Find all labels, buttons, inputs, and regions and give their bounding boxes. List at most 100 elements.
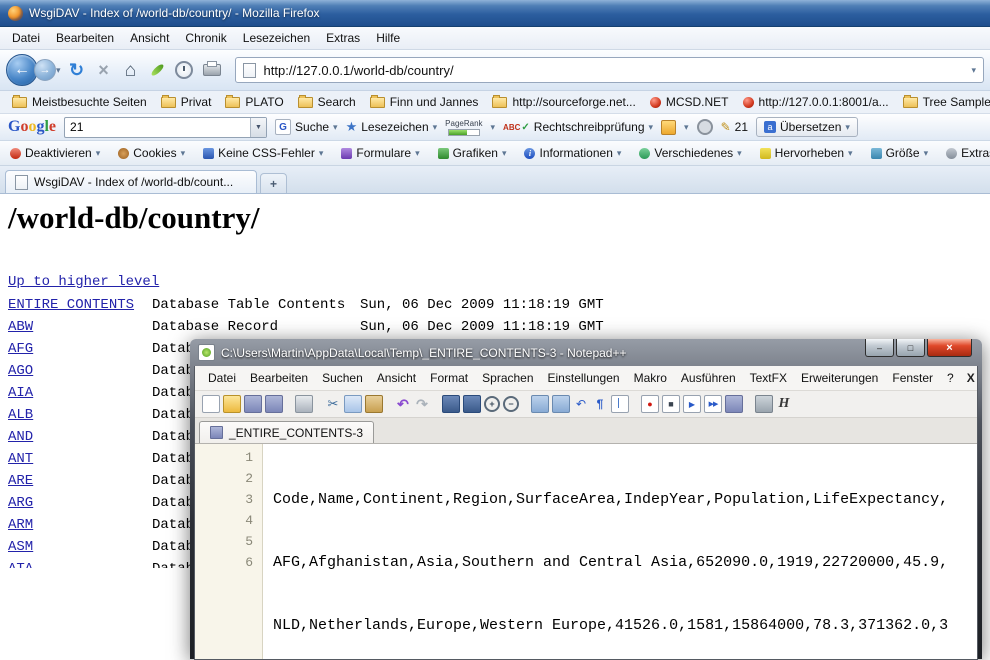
npp-menu-erweiterungen[interactable]: Erweiterungen: [794, 368, 885, 388]
webdev-formulare[interactable]: Formulare▾: [337, 144, 423, 162]
webdev-hervorheben[interactable]: Hervorheben▾: [756, 144, 857, 162]
wd-caret[interactable]: ▾: [848, 148, 853, 159]
npp-menu-datei[interactable]: Datei: [201, 368, 243, 388]
wd-caret[interactable]: ▾: [415, 148, 420, 159]
ff-menu-chronik[interactable]: Chronik: [177, 28, 234, 48]
save-icon[interactable]: [244, 395, 262, 413]
npp-menu-suchen[interactable]: Suchen: [315, 368, 370, 388]
wd-caret[interactable]: ▾: [181, 148, 186, 159]
google-search-button[interactable]: G Suche ▾: [275, 119, 338, 135]
close-button[interactable]: ×: [927, 339, 972, 357]
npp-menu-format[interactable]: Format: [423, 368, 475, 388]
pagerank-caret[interactable]: ▾: [491, 122, 496, 133]
history-clock-icon[interactable]: [175, 61, 193, 79]
editor-text[interactable]: Code,Name,Continent,Region,SurfaceArea,I…: [263, 444, 948, 659]
undo-icon[interactable]: ↶: [395, 396, 411, 412]
open-file-icon[interactable]: [223, 395, 241, 413]
autofill-icon[interactable]: [661, 120, 676, 135]
html-preview-icon[interactable]: H: [776, 396, 792, 412]
webdev-css[interactable]: Keine CSS-Fehler▾: [199, 144, 327, 162]
close-document-x[interactable]: X: [961, 371, 981, 385]
webdev-extras[interactable]: Extras▾: [942, 144, 990, 162]
listing-entry-link[interactable]: ATA: [8, 561, 152, 568]
google-search-box[interactable]: ▼: [64, 117, 267, 138]
cut-icon[interactable]: ✂: [325, 396, 341, 412]
save-all-icon[interactable]: [265, 395, 283, 413]
url-bar[interactable]: ▾: [235, 57, 984, 83]
wd-caret[interactable]: ▾: [502, 148, 507, 159]
webdev-cookies[interactable]: Cookies▾: [114, 144, 189, 162]
translate-caret[interactable]: ▾: [845, 122, 850, 133]
gear-icon[interactable]: [697, 119, 713, 135]
stop-macro-icon[interactable]: ■: [662, 395, 680, 413]
npp-menu-fenster[interactable]: Fenster: [885, 368, 940, 388]
replace-icon[interactable]: [463, 395, 481, 413]
npp-menu-einstellungen[interactable]: Einstellungen: [541, 368, 627, 388]
npp-menu-help[interactable]: ?: [940, 368, 961, 388]
google-bookmarks-button[interactable]: ★ Lesezeichen ▾: [346, 119, 438, 135]
listing-entry-link[interactable]: AFG: [8, 341, 152, 357]
bookmark-localhost-8001[interactable]: http://127.0.0.1:8001/a...: [737, 93, 895, 111]
listing-entry-link[interactable]: AIA: [8, 385, 152, 401]
record-macro-icon[interactable]: ●: [641, 395, 659, 413]
url-input[interactable]: [262, 62, 966, 79]
forward-button[interactable]: →: [34, 59, 56, 81]
stop-button[interactable]: ×: [93, 61, 115, 79]
listing-entry-link[interactable]: ABW: [8, 319, 152, 335]
listing-entry-link[interactable]: ARM: [8, 517, 152, 533]
ff-menu-hilfe[interactable]: Hilfe: [368, 28, 408, 48]
webdev-grafiken[interactable]: Grafiken▾: [434, 144, 511, 162]
ff-menu-datei[interactable]: Datei: [4, 28, 48, 48]
listing-entry-link[interactable]: AGO: [8, 363, 152, 379]
find-icon[interactable]: [442, 395, 460, 413]
reload-button[interactable]: ↻: [66, 61, 88, 79]
npp-menu-textfx[interactable]: TextFX: [743, 368, 794, 388]
listing-entry-link[interactable]: ENTIRE CONTENTS: [8, 297, 152, 313]
listing-entry-link[interactable]: ALB: [8, 407, 152, 423]
run-macro-multiple-icon[interactable]: ▶▶: [704, 395, 722, 413]
listing-entry-link[interactable]: AND: [8, 429, 152, 445]
webdev-deaktivieren[interactable]: Deaktivieren▾: [6, 144, 104, 162]
webdev-verschiedenes[interactable]: Verschiedenes▾: [635, 144, 745, 162]
bookmark-tree-samples[interactable]: Tree Samples: [897, 93, 990, 111]
bookmark-finn-und-jannes[interactable]: Finn und Jannes: [364, 93, 485, 111]
bookmark-privat[interactable]: Privat: [155, 93, 218, 111]
play-macro-icon[interactable]: ▶: [683, 395, 701, 413]
zoom-out-icon[interactable]: −: [503, 396, 519, 412]
bookmark-meistbesuchte[interactable]: Meistbesuchte Seiten: [6, 93, 153, 111]
editor-area[interactable]: 1 2 3 4 5 6 Code,Name,Continent,Region,S…: [195, 444, 977, 659]
tab-entire-contents[interactable]: _ENTIRE_CONTENTS-3: [199, 421, 374, 443]
new-tab-button[interactable]: +: [260, 173, 287, 193]
npp-menu-makro[interactable]: Makro: [627, 368, 674, 388]
bookmark-sourceforge[interactable]: http://sourceforge.net...: [486, 93, 641, 111]
spellcheck-caret[interactable]: ▾: [649, 122, 654, 133]
listing-entry-link[interactable]: ANT: [8, 451, 152, 467]
bookmarks-caret[interactable]: ▾: [433, 122, 438, 133]
ff-menu-extras[interactable]: Extras: [318, 28, 368, 48]
npp-menu-sprachen[interactable]: Sprachen: [475, 368, 540, 388]
webdev-groesse[interactable]: Größe▾: [867, 144, 933, 162]
wd-caret[interactable]: ▾: [737, 148, 742, 159]
autofill-caret[interactable]: ▾: [684, 122, 689, 133]
listing-entry-link[interactable]: ASM: [8, 539, 152, 555]
tab-wsgidav[interactable]: WsgiDAV - Index of /world-db/count...: [5, 170, 257, 193]
bookmark-plato[interactable]: PLATO: [219, 93, 289, 111]
home-button[interactable]: ⌂: [120, 61, 142, 80]
print-icon[interactable]: [295, 395, 313, 413]
bookmark-search[interactable]: Search: [292, 93, 362, 111]
bookmark-mcsd[interactable]: MCSD.NET: [644, 93, 735, 111]
quill-icon[interactable]: [149, 63, 165, 77]
sync-scroll-v-icon[interactable]: [531, 395, 549, 413]
google-search-input[interactable]: [65, 120, 250, 134]
doc-monitor-icon[interactable]: [755, 395, 773, 413]
wd-caret[interactable]: ▾: [96, 148, 101, 159]
zoom-in-icon[interactable]: +: [484, 396, 500, 412]
search-caret[interactable]: ▾: [333, 122, 338, 133]
save-macro-icon[interactable]: [725, 395, 743, 413]
wd-caret[interactable]: ▾: [924, 148, 929, 159]
sync-scroll-h-icon[interactable]: [552, 395, 570, 413]
url-dropdown-caret[interactable]: ▾: [971, 65, 976, 76]
ff-menu-bearbeiten[interactable]: Bearbeiten: [48, 28, 122, 48]
pagerank-widget[interactable]: PageRank: [445, 119, 482, 136]
webdev-informationen[interactable]: iInformationen▾: [520, 144, 625, 162]
